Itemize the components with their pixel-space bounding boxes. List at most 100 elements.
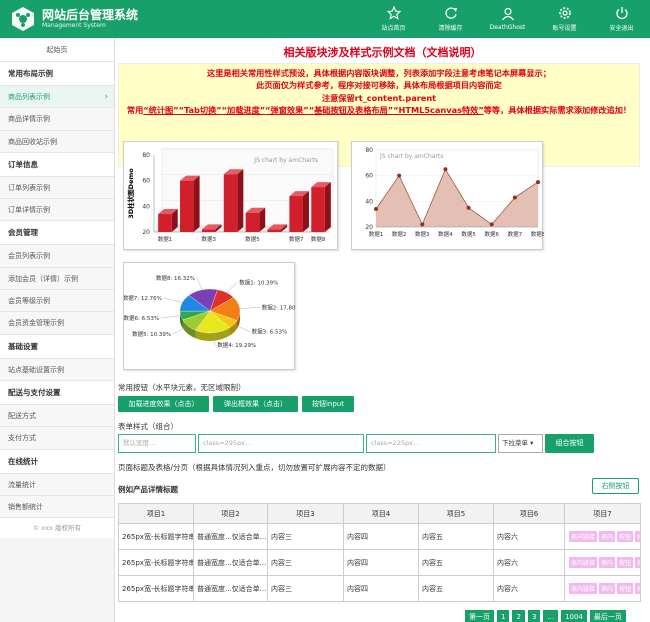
pie-label: 数据4: 19.29%: [217, 341, 256, 349]
table-link-tag[interactable]: 表内: [599, 557, 616, 568]
sidebar-item-order-detail[interactable]: 订单详情示例: [0, 199, 114, 222]
sidebar-group[interactable]: 配送与支付设置: [0, 380, 114, 405]
buttons-section-label: 常用按钮（水平块元素，无区域限制）: [118, 383, 246, 392]
sidebar-item-member-level[interactable]: 会员等级示例: [0, 290, 114, 313]
right-side-button[interactable]: 右侧按钮: [592, 478, 639, 494]
refresh-icon: [444, 6, 458, 20]
page-title: 相关版块涉及样式示例文档（文档说明）: [283, 46, 482, 59]
page-3[interactable]: 3: [527, 610, 541, 622]
x-tick-label: 数据3: [415, 230, 430, 238]
width-225-input[interactable]: class=225px...: [366, 434, 496, 453]
table-button-tag[interactable]: 按钮: [635, 583, 640, 594]
nav-clear-cache[interactable]: 清除缓存: [422, 0, 479, 38]
sidebar-item-site-settings[interactable]: 站点基础设置示例: [0, 358, 114, 381]
bar-side: [237, 169, 244, 232]
sidebar-item-delivery[interactable]: 配送方式: [0, 404, 114, 428]
notice-link[interactable]: “基础按钮及表格布局”: [309, 105, 393, 115]
forms-section-label: 表单样式（组合）: [118, 422, 178, 431]
table-link-tag[interactable]: 表内链接: [569, 583, 598, 594]
sidebar-item-label: 商品列表示例: [8, 93, 50, 101]
sidebar-group[interactable]: 基础设置: [0, 334, 114, 359]
table-cell: 内容四: [343, 549, 419, 576]
default-width-input[interactable]: 默认宽度...: [118, 434, 196, 453]
nav-user[interactable]: DeathGhost: [479, 0, 536, 38]
sidebar-group[interactable]: 在线统计: [0, 449, 114, 474]
sidebar-item-member-list[interactable]: 会员列表示例: [0, 245, 114, 268]
nav-label: 站点首页: [381, 25, 406, 32]
pie-leader-line: [196, 278, 203, 290]
sidebar-item-traffic[interactable]: 流量统计: [0, 473, 114, 496]
app-title: 网站后台管理系统: [42, 8, 139, 22]
table-link-tag[interactable]: 表内: [599, 583, 616, 594]
sidebar-group[interactable]: 会员管理: [0, 221, 114, 246]
nav-account-settings[interactable]: 账号设置: [536, 0, 593, 38]
table-cell: 内容三: [267, 575, 344, 602]
sidebar-item-product-detail[interactable]: 商品详情示例: [0, 108, 114, 131]
table-button-tag[interactable]: 按钮: [617, 531, 634, 542]
sidebar-group[interactable]: 常用布局示例: [0, 62, 114, 86]
sidebar-item-order-list[interactable]: 订单列表示例: [0, 176, 114, 200]
nav-label: DeathGhost: [489, 24, 526, 31]
area-chart-svg: 80 60 40 20 JS chart by amCharts 数据1 数据2 数据3 数据4…: [365, 147, 544, 238]
sidebar-home[interactable]: 起始页: [0, 38, 114, 62]
table-link-tag[interactable]: 表内链接: [569, 557, 598, 568]
logo[interactable]: 网站后台管理系统 Management System: [10, 6, 138, 32]
page-last[interactable]: 最后一页: [589, 610, 626, 622]
notice-link[interactable]: “加载进度”: [222, 105, 266, 115]
table-button-tag[interactable]: 按钮: [617, 557, 634, 568]
pagination: 第一页 1 2 3 ... 1004 最后一页: [465, 610, 629, 622]
x-tick-label: 数据7: [508, 230, 523, 238]
data-point: [420, 222, 425, 227]
table-link-tag[interactable]: 表内: [599, 531, 616, 542]
bar: [158, 214, 172, 232]
page-2[interactable]: 2: [512, 610, 525, 622]
notice-link[interactable]: “Tab切换”: [179, 105, 222, 115]
notice-link[interactable]: “弹窗效果”: [265, 105, 309, 115]
load-progress-button[interactable]: 加载进度效果（点击）: [118, 396, 209, 412]
popup-button[interactable]: 弹出框效果（点击）: [213, 396, 298, 412]
y-tick-label: 40: [142, 203, 150, 210]
pie-chart: 数据1: 10.39% 数据2: 17.80% 数据3: 6.53% 数据4: 19.…: [123, 262, 296, 370]
sidebar-item-payment[interactable]: 支付方式: [0, 427, 114, 450]
table-actions: 表内链接表内按钮按钮: [564, 523, 641, 550]
table-header-row: 项目1 项目2 项目3 项目4 项目5 项目6 项目7: [118, 503, 641, 524]
table-button-tag[interactable]: 按钮: [635, 531, 640, 542]
sidebar-item-member-funds[interactable]: 会员资金管理示例: [0, 312, 114, 335]
select-value: 下拉菜单: [502, 439, 528, 447]
page-1004[interactable]: 1004: [561, 610, 587, 622]
pie-label: 数据1: 10.39%: [239, 278, 278, 286]
page-1[interactable]: 1: [497, 610, 510, 622]
combo-button[interactable]: 组合按钮: [545, 434, 594, 453]
data-point: [374, 207, 378, 212]
sidebar-item-add-member[interactable]: 添加会员（详情）示例: [0, 267, 114, 291]
table-link-tag[interactable]: 表内链接: [569, 531, 598, 542]
y-tick-label: 80: [142, 152, 150, 159]
table-row: 265px宽-长标题字符串截断... 普通宽度...仅适合单... 内容三 内容…: [118, 523, 641, 550]
table-button-tag[interactable]: 按钮: [635, 557, 640, 568]
nav-logout[interactable]: 安全退出: [593, 0, 650, 38]
table-cell: 内容三: [267, 549, 344, 576]
user-icon: [501, 7, 515, 21]
y-tick-label: 20: [142, 229, 150, 236]
table-button-tag[interactable]: 按钮: [617, 583, 634, 594]
notice-link[interactable]: “HTML5canvas特效”: [393, 105, 484, 115]
bar: [180, 180, 194, 232]
table-cell: 内容三: [267, 523, 344, 550]
area-chart: 80 60 40 20 JS chart by amCharts 数据1 数据2 数据3 数据4…: [351, 141, 544, 250]
notice-line: 这里是相关常用性样式预设，具体根据内容版块调整，列表添加字段注意考虑笔记本屏幕显…: [207, 68, 551, 78]
data-point: [512, 195, 517, 200]
pie-label: 数据6: 6.53%: [124, 314, 159, 322]
pie-label: 数据7: 12.76%: [124, 294, 162, 302]
dropdown-select[interactable]: 下拉菜单 ▾: [498, 434, 543, 453]
sidebar-item-sales[interactable]: 销售额统计: [0, 495, 114, 519]
notice-link[interactable]: “统计图”: [143, 105, 178, 115]
sidebar-item-product-list[interactable]: 商品列表示例 ›: [0, 86, 114, 109]
width-295-input[interactable]: class=295px...: [198, 434, 364, 453]
input-button[interactable]: 按钮input: [302, 396, 354, 412]
x-tick-label: 数据6: [484, 230, 499, 238]
nav-site-home[interactable]: 站点首页: [365, 0, 422, 38]
page-first[interactable]: 第一页: [465, 610, 494, 622]
sidebar-item-product-recycle[interactable]: 商品回收站示例: [0, 130, 114, 153]
logo-icon: [12, 7, 34, 31]
sidebar-group[interactable]: 订单信息: [0, 152, 114, 177]
